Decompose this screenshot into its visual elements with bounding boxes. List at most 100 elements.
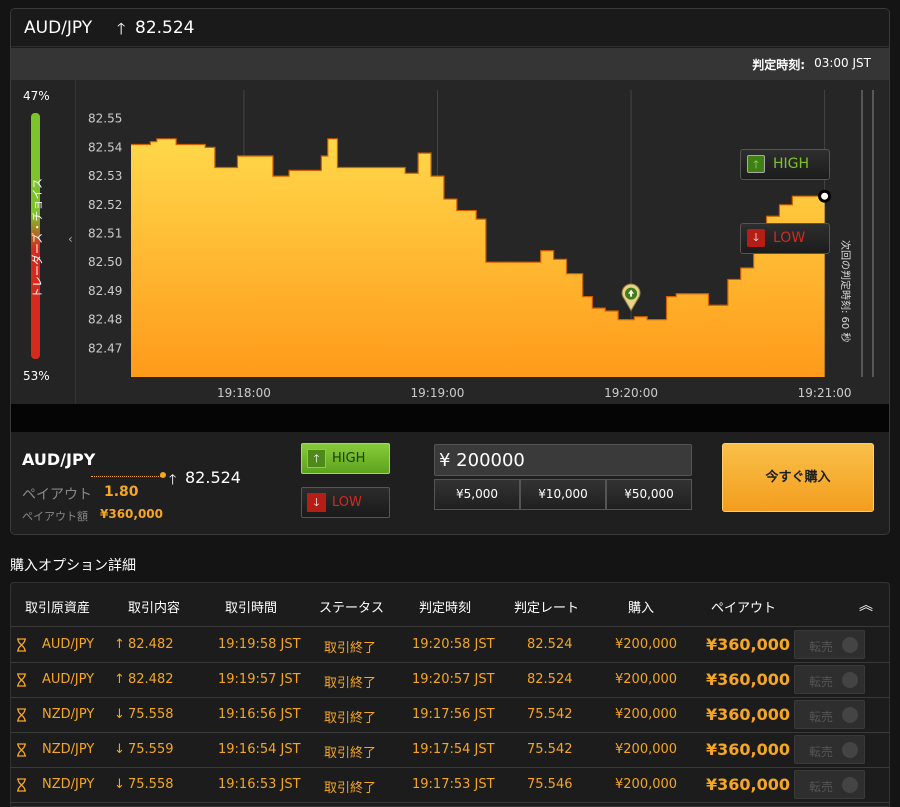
chip-10000-button[interactable]: ¥10,000 — [520, 479, 606, 510]
up-arrow-icon: 🡑 — [117, 19, 126, 38]
play-icon — [842, 637, 858, 653]
expiry-bar: 判定時刻: 03:00 JST — [11, 48, 889, 80]
collapse-chevron-icon[interactable]: ‹ — [68, 232, 73, 246]
row-asset: NZD/JPY — [42, 707, 95, 722]
expiry-label: 判定時刻: — [752, 58, 805, 72]
x-tick-label: 19:18:00 — [217, 386, 271, 400]
row-status: 取引終了 — [324, 676, 377, 691]
row-status: 取引終了 — [324, 711, 377, 726]
row-time: 19:16:54 JST — [218, 742, 301, 757]
direction-arrow-icon: ↑ — [114, 672, 125, 687]
row-status: 取引終了 — [324, 781, 377, 796]
high-percentage: 47% — [23, 89, 50, 103]
x-tick-label: 19:20:00 — [604, 386, 658, 400]
row-rate: 82.524 — [527, 672, 573, 687]
resell-label: 転売 — [809, 675, 834, 689]
row-strike: 75.558 — [128, 707, 174, 722]
chart-low-label: LOW — [773, 230, 806, 246]
asset-pair-title[interactable]: AUD/JPY — [24, 18, 92, 38]
chart-high-button[interactable]: 🡑 HIGH — [740, 149, 830, 180]
play-icon — [842, 777, 858, 793]
up-arrow-icon: 🡑 — [747, 155, 765, 173]
rate-guide-dot — [160, 472, 166, 478]
row-expiry: 19:20:57 JST — [412, 672, 495, 687]
row-strike: 75.559 — [128, 742, 174, 757]
hourglass-icon — [17, 743, 26, 757]
row-strike: 82.482 — [128, 637, 174, 652]
select-high-button[interactable]: 🡑 HIGH — [301, 443, 390, 474]
select-low-button[interactable]: 🡓 LOW — [301, 487, 390, 518]
up-arrow-icon: 🡑 — [169, 472, 177, 488]
expiry-time: 03:00 JST — [814, 56, 871, 70]
row-asset: AUD/JPY — [42, 637, 95, 652]
collapse-up-icon[interactable]: ︽ — [859, 595, 873, 615]
up-arrow-icon: 🡑 — [307, 449, 326, 468]
row-asset: NZD/JPY — [42, 777, 95, 792]
next-expiry-text: 次回の判定時刻: 60 秒 — [839, 240, 850, 343]
chip-5000-button[interactable]: ¥5,000 — [434, 479, 520, 510]
purchase-table: 取引原資産 取引内容 取引時間 ステータス 判定時刻 判定レート 購入 ペイアウ… — [10, 582, 890, 807]
row-purchase: ¥200,000 — [615, 672, 678, 687]
table-row: NZD/JPY ↓ 75.558 19:16:53 JST 取引終了 19:17:53 J… — [11, 768, 889, 803]
row-status: 取引終了 — [324, 641, 377, 656]
chart-area: 47% トレーダーズ・チョイス ‹ 53% 82.55 82.54 82.53 82.… — [11, 80, 889, 404]
row-purchase: ¥200,000 — [615, 707, 678, 722]
col-purchase: 購入 — [628, 601, 655, 616]
traders-choice-label: トレーダーズ・チョイス — [31, 177, 44, 299]
resell-label: 転売 — [809, 780, 834, 794]
payout-label: ペイアウト — [22, 487, 92, 503]
resell-button[interactable]: 転売 — [794, 735, 865, 764]
down-arrow-icon: 🡓 — [747, 229, 765, 247]
row-strike: 75.558 — [128, 777, 174, 792]
row-rate: 75.542 — [527, 707, 573, 722]
row-status: 取引終了 — [324, 746, 377, 761]
resell-button[interactable]: 転売 — [794, 630, 865, 659]
col-direction: 取引内容 — [128, 601, 181, 616]
resell-label: 転売 — [809, 710, 834, 724]
row-payout: ¥360,000 — [706, 775, 791, 794]
payout-amount-label: ペイアウト額 — [22, 510, 88, 523]
row-rate: 82.524 — [527, 637, 573, 652]
price-area — [131, 138, 825, 377]
resell-button[interactable]: 転売 — [794, 770, 865, 799]
amount-input[interactable]: ¥ 200000 — [434, 444, 692, 476]
y-tick-label: 82.50 — [88, 255, 122, 269]
row-purchase: ¥200,000 — [615, 777, 678, 792]
rate-guide-line — [91, 476, 165, 477]
play-icon — [842, 672, 858, 688]
resell-label: 転売 — [809, 640, 834, 654]
asset-header: AUD/JPY 🡑 82.524 — [11, 9, 889, 47]
row-purchase: ¥200,000 — [615, 637, 678, 652]
resell-button[interactable]: 転売 — [794, 665, 865, 694]
trading-panel: AUD/JPY 🡑 82.524 判定時刻: 03:00 JST 47% トレー… — [10, 8, 890, 535]
y-tick-label: 82.54 — [88, 140, 122, 154]
select-high-label: HIGH — [332, 451, 366, 466]
direction-arrow-icon: ↓ — [114, 777, 125, 792]
current-rate: 82.524 — [135, 18, 195, 38]
y-tick-label: 82.47 — [88, 341, 122, 355]
hourglass-icon — [17, 778, 26, 792]
next-expiry-label: 次回の判定時刻: 60 秒 — [839, 240, 854, 342]
payout-value: 1.80 — [104, 484, 139, 500]
play-icon — [842, 707, 858, 723]
direction-arrow-icon: ↑ — [114, 637, 125, 652]
play-icon — [842, 742, 858, 758]
chart-low-button[interactable]: 🡓 LOW — [740, 223, 830, 254]
x-tick-label: 19:21:00 — [798, 386, 852, 400]
table-row: AUD/JPY ↑ 82.482 19:19:57 JST 取引終了 19:20:57 J… — [11, 663, 889, 698]
entry-marker-icon — [621, 283, 641, 312]
chart-footer-strip — [11, 404, 889, 432]
buy-now-button[interactable]: 今すぐ購入 — [722, 443, 874, 512]
row-time: 19:16:56 JST — [218, 707, 301, 722]
direction-arrow-icon: ↓ — [114, 742, 125, 757]
resell-button[interactable]: 転売 — [794, 700, 865, 729]
row-payout: ¥360,000 — [706, 705, 791, 724]
row-time: 19:16:53 JST — [218, 777, 301, 792]
y-tick-label: 82.48 — [88, 313, 122, 327]
row-expiry: 19:17:54 JST — [412, 742, 495, 757]
x-tick-label: 19:19:00 — [411, 386, 465, 400]
row-asset: AUD/JPY — [42, 672, 95, 687]
chip-50000-button[interactable]: ¥50,000 — [606, 479, 692, 510]
y-tick-label: 82.55 — [88, 112, 122, 126]
y-tick-label: 82.49 — [88, 284, 122, 298]
